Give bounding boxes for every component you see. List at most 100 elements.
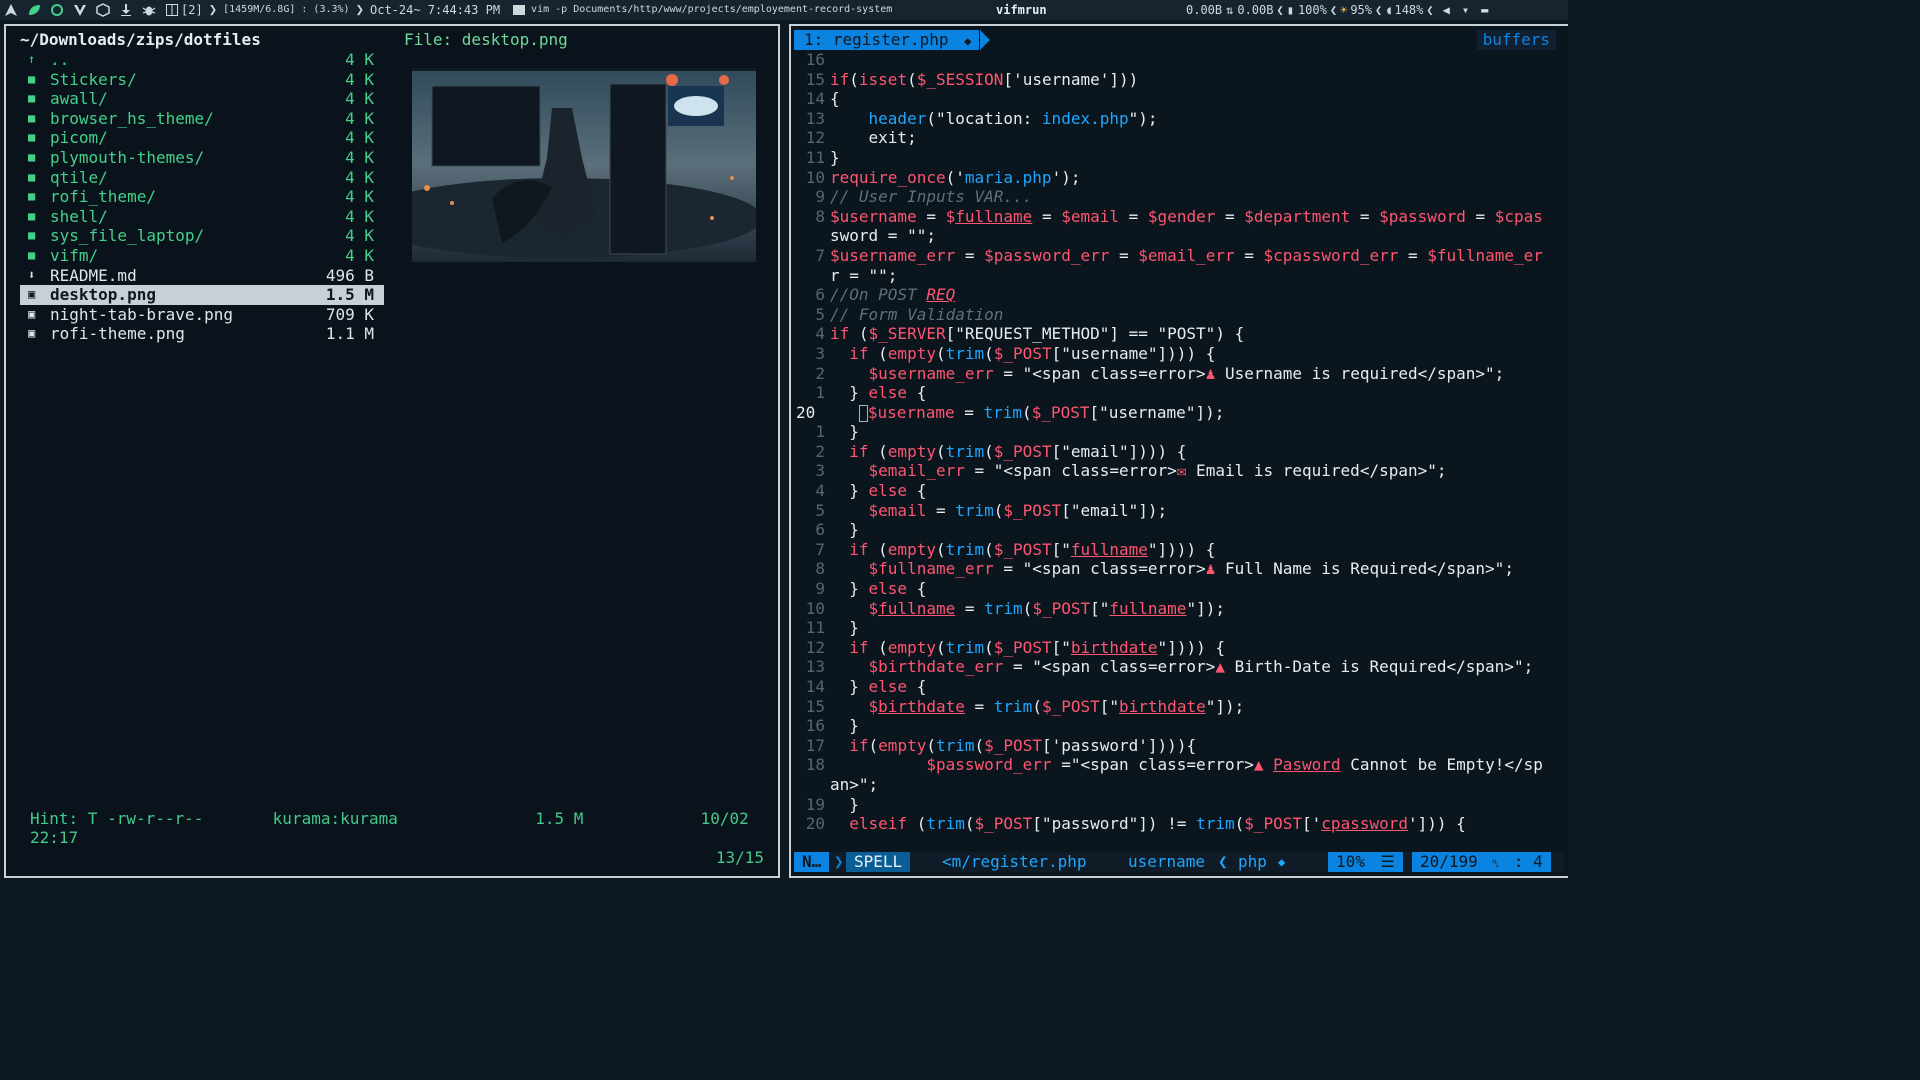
- code-line[interactable]: 4 if ($_SERVER["REQUEST_METHOD"] == "POST…: [794, 324, 1568, 344]
- file-list-item[interactable]: ■ awall/4 K: [20, 89, 384, 109]
- file-size: 4 K: [345, 50, 374, 69]
- chevron-left-icon: ❮: [1329, 3, 1338, 17]
- code-line[interactable]: r = "";: [794, 266, 1568, 286]
- code-line[interactable]: 10 require_once('maria.php');: [794, 168, 1568, 188]
- chevron-left-icon: ❮: [1276, 3, 1284, 17]
- file-list[interactable]: ↑.. 4 K ■ Stickers/4 K ■ awall/4 K ■ browser_hs…: [20, 50, 384, 344]
- code-line[interactable]: 5 $email = trim($_POST["email"]);: [794, 501, 1568, 521]
- code-line[interactable]: 15 if(isset($_SESSION['username'])): [794, 70, 1568, 90]
- vim-icon[interactable]: [73, 3, 87, 17]
- code-line[interactable]: 7 if (empty(trim($_POST["fullname"]))) {: [794, 540, 1568, 560]
- code-line[interactable]: 9 } else {: [794, 579, 1568, 599]
- file-list-item[interactable]: ■ Stickers/4 K: [20, 70, 384, 90]
- code-line[interactable]: 8 $fullname_err = "<span class=error>♟ F…: [794, 559, 1568, 579]
- code-line[interactable]: 17 if(empty(trim($_POST['password']))){: [794, 736, 1568, 756]
- code-line[interactable]: 14{: [794, 89, 1568, 109]
- window-icon[interactable]: ▬: [1481, 0, 1488, 20]
- file-list-item[interactable]: ▣ rofi-theme.png 1.1 M: [20, 324, 384, 344]
- code-line[interactable]: 6 }: [794, 520, 1568, 540]
- spell-indicator: SPELL: [846, 852, 911, 872]
- vifm-pane[interactable]: ~/Downloads/zips/dotfiles File: desktop.…: [4, 24, 780, 878]
- code-line[interactable]: 14 } else {: [794, 677, 1568, 697]
- download-icon[interactable]: [119, 3, 133, 17]
- code-line[interactable]: 12 if (empty(trim($_POST["birthdate"])))…: [794, 638, 1568, 658]
- code-line[interactable]: 19 }: [794, 795, 1568, 815]
- code-line[interactable]: 7 $username_err = $password_err = $email_…: [794, 246, 1568, 266]
- code-line[interactable]: 8 $username = $fullname = $email = $gende…: [794, 207, 1568, 227]
- file-list-item[interactable]: ▣ night-tab-brave.png 709 K: [20, 305, 384, 325]
- code-line[interactable]: 1 }: [794, 422, 1568, 442]
- file-name: plymouth-themes/: [50, 147, 205, 167]
- code-line[interactable]: 13 $birthdate_err = "<span class=error>▲…: [794, 657, 1568, 677]
- wifi-icon[interactable]: ▾: [1462, 0, 1469, 20]
- code-text: if ($_SERVER["REQUEST_METHOD"] == "POST"…: [830, 324, 1245, 344]
- package-icon[interactable]: [96, 3, 110, 17]
- code-line[interactable]: 20 elseif (trim($_POST["password"]) != t…: [794, 814, 1568, 834]
- file-list-item[interactable]: ▣ desktop.png 1.5 M: [20, 285, 384, 305]
- line-number: 9: [815, 187, 825, 207]
- line-number: 17: [805, 735, 825, 755]
- line-number: 5: [815, 304, 825, 324]
- file-size: 4 K: [345, 167, 374, 187]
- file-name: ..: [50, 50, 70, 69]
- scroll-percent-value: 10%: [1336, 852, 1365, 871]
- file-list-item[interactable]: ■ vifm/4 K: [20, 246, 384, 266]
- line-number: 4: [815, 481, 825, 501]
- code-line[interactable]: 3 if (empty(trim($_POST["username"]))) {: [794, 344, 1568, 364]
- code-line[interactable]: 20 $username = trim($_POST["username"]);: [794, 403, 1568, 423]
- code-line[interactable]: an>";: [794, 775, 1568, 795]
- buffers-label[interactable]: buffers: [1476, 30, 1556, 50]
- layout-indicator: [2]: [181, 3, 203, 17]
- file-list-item[interactable]: ■ shell/4 K: [20, 207, 384, 227]
- tab-register-php[interactable]: 1: register.php ◆: [794, 30, 980, 50]
- file-list-item[interactable]: ■ sys_file_laptop/4 K: [20, 226, 384, 246]
- volume-icon[interactable]: ◀: [1443, 0, 1450, 20]
- file-name: browser_hs_theme/: [50, 108, 214, 128]
- file-list-item[interactable]: ⬇ README.md 496 B: [20, 266, 384, 286]
- code-line[interactable]: sword = "";: [794, 226, 1568, 246]
- php-file-icon: ◆: [1278, 855, 1286, 869]
- code-line[interactable]: 3 $email_err = "<span class=error>✉ Emai…: [794, 461, 1568, 481]
- code-line[interactable]: 16: [794, 50, 1568, 70]
- line-number: 14: [805, 677, 825, 696]
- code-line[interactable]: 11 }: [794, 618, 1568, 638]
- code-line[interactable]: 5// Form Validation: [794, 305, 1568, 325]
- code-line[interactable]: 4 } else {: [794, 481, 1568, 501]
- code-line[interactable]: 18 $password_err ="<span class=error>▲ P…: [794, 755, 1568, 775]
- layout-icon[interactable]: [165, 3, 179, 17]
- line-number: 1: [815, 422, 825, 442]
- battery-level: 100%: [1297, 3, 1327, 17]
- code-line[interactable]: 9// User Inputs VAR...: [794, 187, 1568, 207]
- line-number: [794, 266, 830, 286]
- code-line[interactable]: 16 }: [794, 716, 1568, 736]
- line-number: 2: [815, 363, 825, 383]
- refresh-icon[interactable]: [50, 3, 64, 17]
- file-list-item[interactable]: ↑.. 4 K: [20, 50, 384, 70]
- code-line[interactable]: 6//On POST REQ: [794, 285, 1568, 305]
- code-line[interactable]: 15 $birthdate = trim($_POST["birthdate"]…: [794, 697, 1568, 717]
- code-line[interactable]: 11}: [794, 148, 1568, 168]
- file-list-item[interactable]: ■ plymouth-themes/4 K: [20, 148, 384, 168]
- code-line[interactable]: 10 $fullname = trim($_POST["fullname"]);: [794, 599, 1568, 619]
- file-list-item[interactable]: ■ browser_hs_theme/4 K: [20, 109, 384, 129]
- vim-tabline: 1: register.php ◆ buffers: [794, 30, 1564, 50]
- arch-logo-icon[interactable]: [4, 3, 18, 17]
- code-line[interactable]: 2 if (empty(trim($_POST["email"]))) {: [794, 442, 1568, 462]
- file-list-item[interactable]: ■ qtile/4 K: [20, 168, 384, 188]
- line-number: 14: [805, 89, 825, 109]
- leaf-icon[interactable]: [27, 3, 41, 17]
- file-size: 4 K: [345, 226, 374, 246]
- line-number: 5: [815, 500, 825, 520]
- code-text: }: [830, 794, 859, 814]
- code-line[interactable]: 12 exit;: [794, 128, 1568, 148]
- bug-icon[interactable]: [142, 3, 156, 17]
- code-line[interactable]: 2 $username_err = "<span class=error>♟ U…: [794, 364, 1568, 384]
- file-list-item[interactable]: ■ rofi_theme/4 K: [20, 187, 384, 207]
- code-text: }: [830, 520, 859, 540]
- line-number: 15: [805, 69, 825, 89]
- code-line[interactable]: 13 header("location: index.php");: [794, 109, 1568, 129]
- file-list-item[interactable]: ■ picom/4 K: [20, 128, 384, 148]
- vim-pane[interactable]: 1: register.php ◆ buffers 16 15 if(isset($…: [789, 24, 1568, 878]
- code-editor[interactable]: 16 15 if(isset($_SESSION['username'])) 14{1…: [794, 50, 1568, 834]
- code-line[interactable]: 1 } else {: [794, 383, 1568, 403]
